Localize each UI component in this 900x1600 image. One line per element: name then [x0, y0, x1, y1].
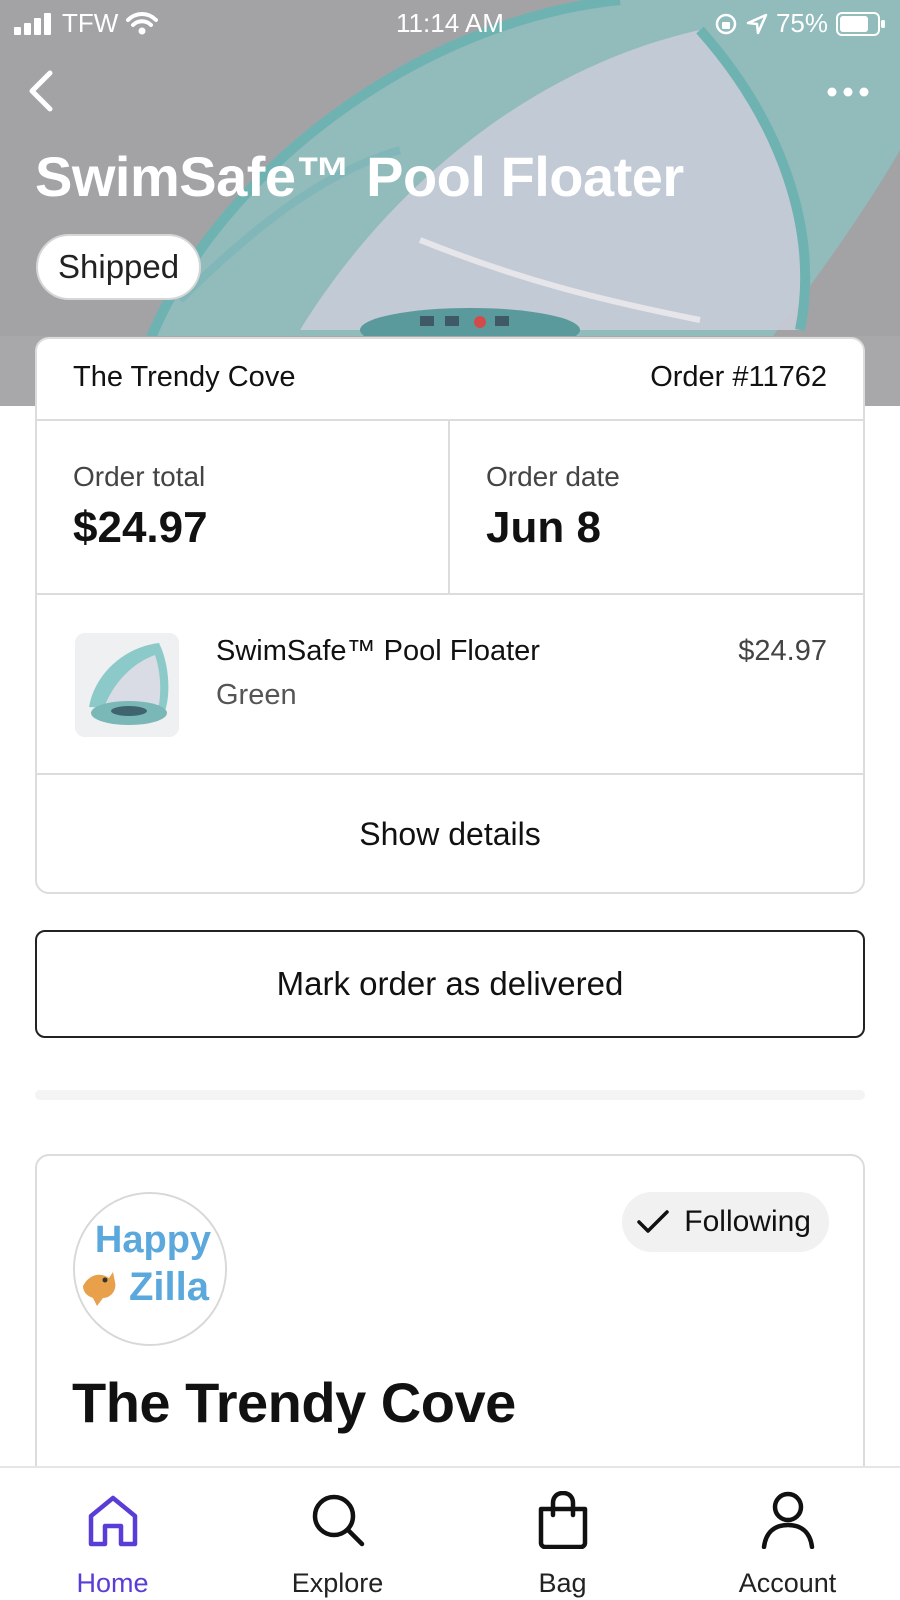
battery-icon: [836, 11, 885, 36]
order-date-cell: Order date Jun 8: [450, 421, 863, 593]
page-title: SwimSafe™ Pool Floater: [35, 145, 684, 208]
logo-text-top: Happy: [95, 1219, 211, 1261]
tab-explore-label: Explore: [291, 1568, 384, 1598]
order-number: Order #11762: [650, 361, 827, 393]
chevron-left-icon: [29, 70, 53, 112]
status-right: 75%: [714, 8, 886, 39]
checkmark-icon: [637, 1210, 670, 1233]
logo-text-bottom: Zilla: [129, 1265, 210, 1309]
location-arrow-icon: [746, 13, 768, 34]
search-icon: [312, 1494, 364, 1547]
mark-delivered-button[interactable]: Mark order as delivered: [35, 930, 865, 1038]
shop-logo-image: Happy Zilla: [75, 1194, 225, 1344]
status-bar: TFW 11:14 AM 75%: [0, 0, 900, 46]
item-price: $24.97: [738, 635, 827, 667]
section-divider: [35, 1090, 865, 1100]
shop-logo[interactable]: Happy Zilla: [73, 1192, 227, 1346]
more-options-button[interactable]: [818, 72, 878, 112]
user-icon: [761, 1491, 814, 1549]
more-horizontal-icon: [827, 87, 869, 97]
item-variant: Green: [216, 679, 297, 711]
order-date-label: Order date: [486, 461, 620, 492]
tab-home[interactable]: Home: [0, 1468, 225, 1600]
order-date-value: Jun 8: [486, 503, 601, 552]
tab-account[interactable]: Account: [675, 1468, 900, 1600]
status-badge: Shipped: [36, 234, 202, 300]
item-name: SwimSafe™ Pool Floater: [216, 635, 540, 667]
show-details-button[interactable]: Show details: [37, 775, 863, 892]
following-button[interactable]: Following: [622, 1192, 829, 1252]
order-total-label: Order total: [73, 461, 206, 492]
order-card-header: The Trendy Cove Order #11762: [37, 339, 863, 421]
tab-bag-label: Bag: [538, 1568, 587, 1598]
battery-percent: 75%: [775, 8, 828, 38]
tab-bag[interactable]: Bag: [450, 1468, 675, 1600]
back-button[interactable]: [16, 66, 66, 116]
order-total-value: $24.97: [73, 503, 208, 552]
bottom-tab-bar: Home Explore Bag Account: [0, 1466, 900, 1600]
order-summary-card: The Trendy Cove Order #11762 Order total…: [35, 337, 865, 894]
pool-floater-image: [75, 633, 179, 737]
tab-account-label: Account: [738, 1568, 837, 1598]
order-line-item[interactable]: SwimSafe™ Pool Floater Green $24.97: [37, 595, 863, 775]
tab-home-label: Home: [76, 1568, 149, 1598]
item-thumbnail: [75, 633, 179, 737]
shop-name[interactable]: The Trendy Cove: [73, 361, 295, 394]
following-label: Following: [684, 1205, 811, 1238]
bag-icon: [538, 1491, 587, 1549]
tab-explore[interactable]: Explore: [225, 1468, 450, 1600]
order-total-cell: Order total $24.97: [37, 421, 450, 593]
rotation-lock-icon: [715, 13, 737, 34]
order-stats: Order total $24.97 Order date Jun 8: [37, 421, 863, 595]
shop-card-name: The Trendy Cove: [72, 1371, 516, 1434]
home-icon: [88, 1495, 137, 1547]
